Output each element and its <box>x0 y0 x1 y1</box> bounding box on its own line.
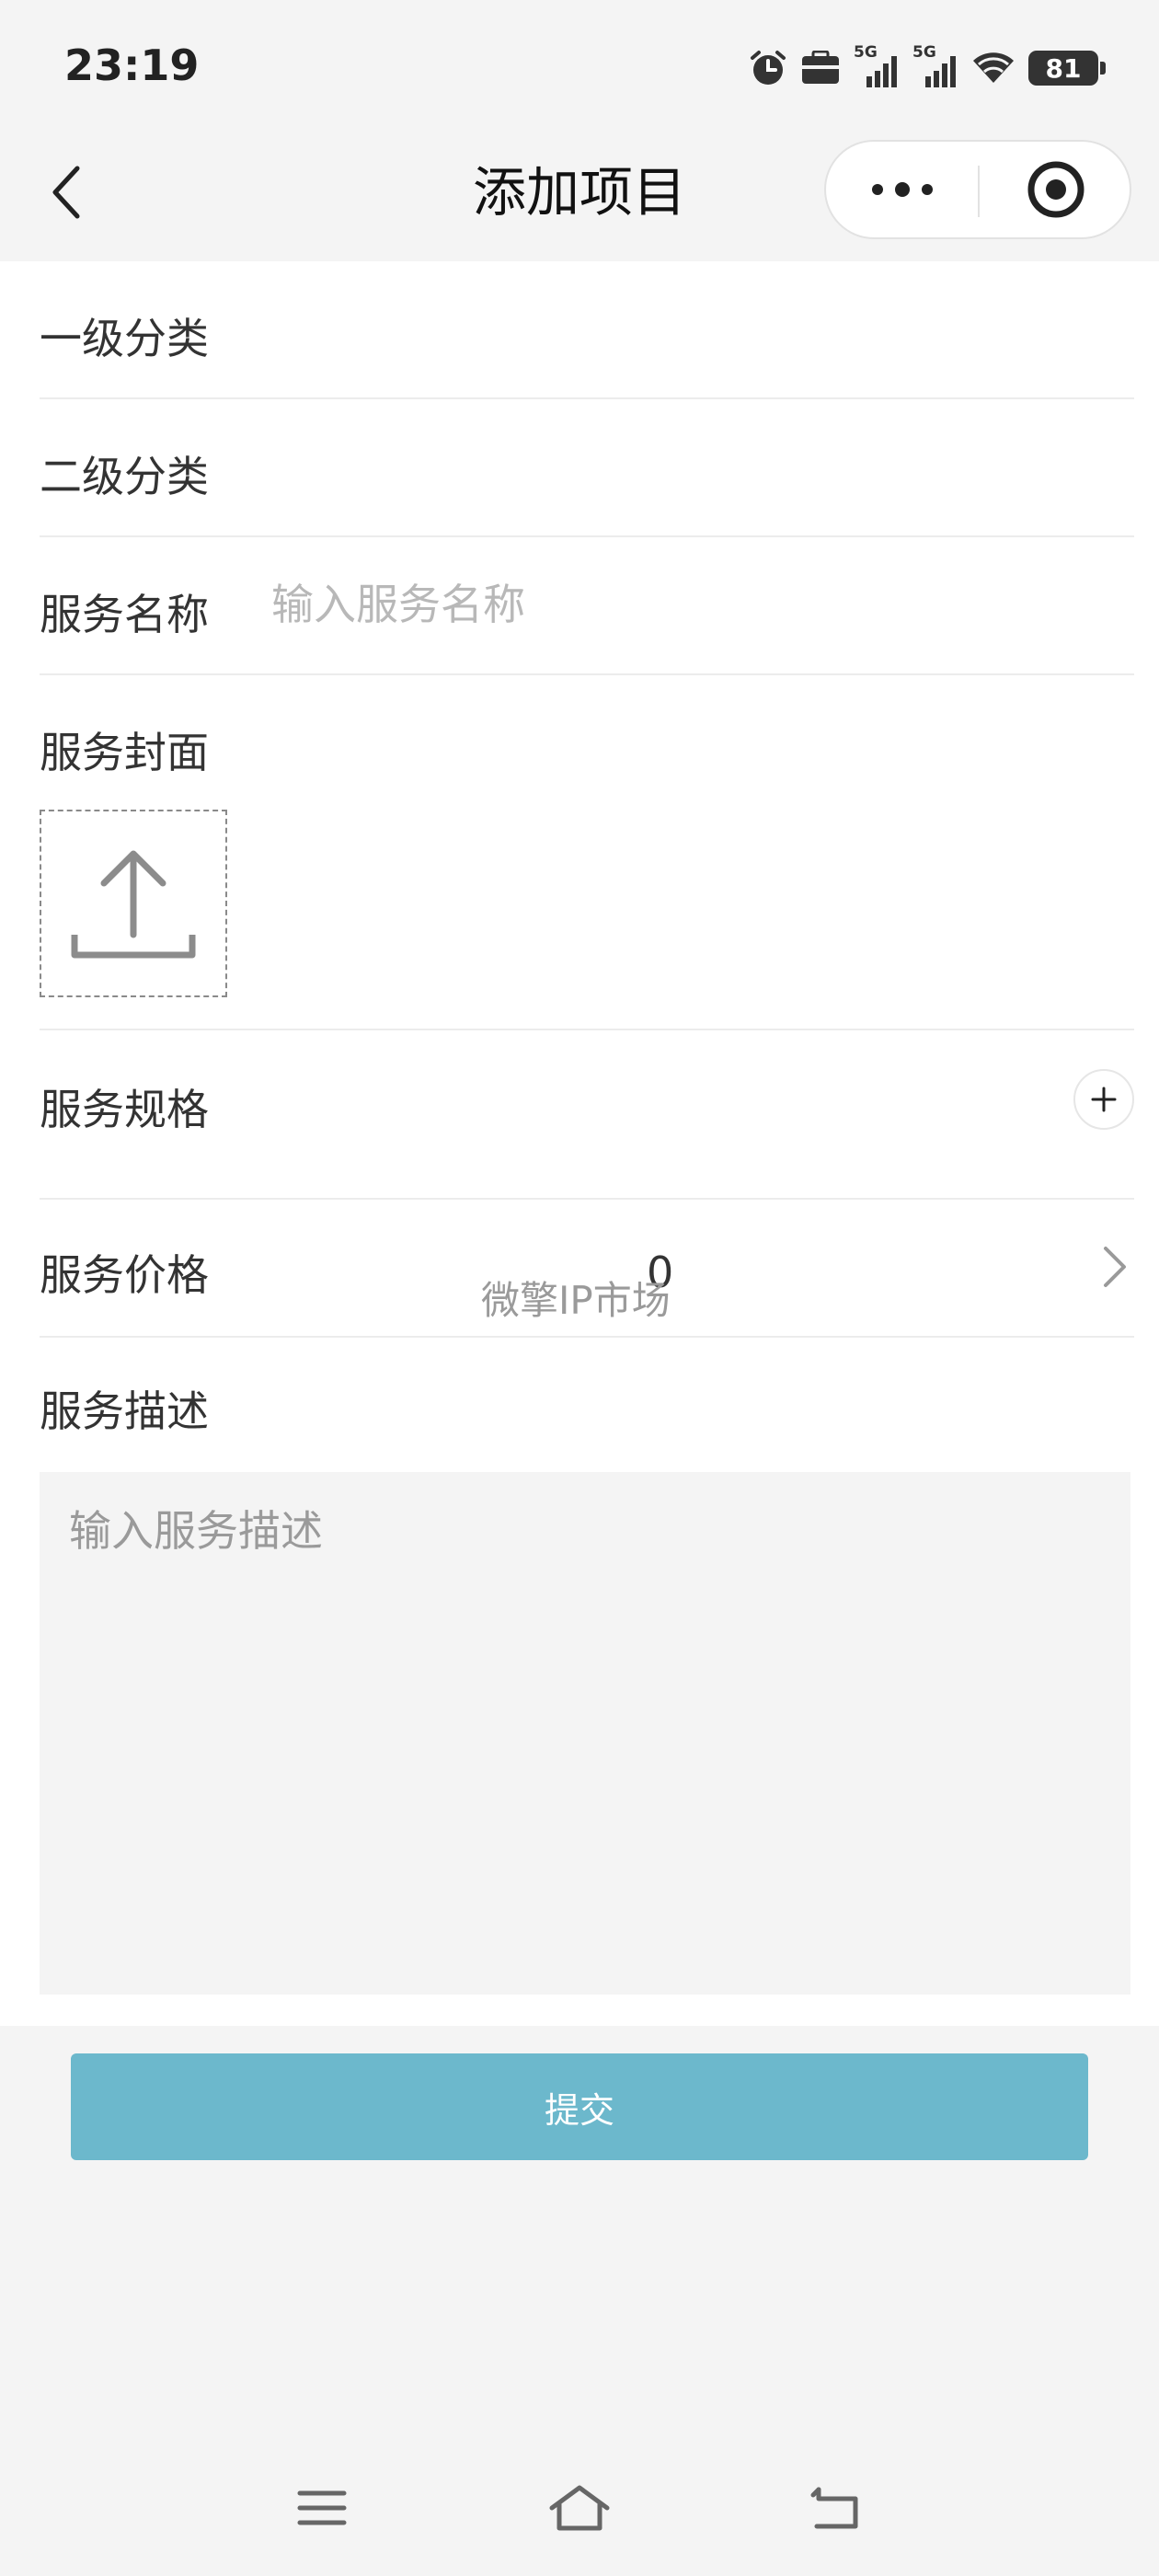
service-spec-row: 服务规格 <box>40 1030 1134 1200</box>
service-price-row[interactable]: 服务价格 0 微擎IP市场 <box>40 1200 1134 1338</box>
bag-icon <box>800 51 841 86</box>
wifi-icon <box>971 50 1016 86</box>
battery-icon: 81 <box>1028 51 1106 86</box>
network-type-label: 5G <box>854 43 878 62</box>
service-cover-label: 服务封面 <box>40 728 209 777</box>
menu-icon <box>297 2490 347 2525</box>
close-mini-program-button[interactable] <box>980 142 1131 237</box>
service-cover-row: 服务封面 <box>40 675 1134 1030</box>
close-target-icon <box>1027 161 1084 218</box>
upload-icon <box>71 850 196 959</box>
chevron-right-icon <box>1101 1244 1129 1294</box>
alarm-icon <box>749 49 787 87</box>
cover-upload-button[interactable] <box>40 810 227 997</box>
more-dots-icon <box>871 182 933 197</box>
battery-level: 81 <box>1045 52 1082 84</box>
category-2-label: 二级分类 <box>40 452 209 501</box>
home-icon <box>549 2485 610 2531</box>
system-back-button[interactable] <box>800 2480 874 2536</box>
category-1-row[interactable]: 一级分类 <box>40 261 1134 399</box>
service-spec-label: 服务规格 <box>40 1085 209 1134</box>
capsule-menu <box>824 140 1131 239</box>
back-button[interactable] <box>39 162 94 223</box>
plus-icon <box>1091 1087 1117 1112</box>
service-desc-label: 服务描述 <box>40 1386 209 1436</box>
watermark-text: 微擎IP市场 <box>481 1278 671 1323</box>
more-button[interactable] <box>826 142 978 237</box>
add-spec-button[interactable] <box>1073 1069 1134 1130</box>
menu-button[interactable] <box>285 2480 359 2536</box>
add-project-page: 23:19 5G 5G 81 添加项目 一级分类 二级分类 服务名称 输入服务名… <box>0 0 1159 2576</box>
project-form: 一级分类 二级分类 服务名称 服务封面 服务规格 <box>0 261 1159 2026</box>
back-chevron-icon <box>52 166 80 219</box>
status-icons: 5G 5G 81 <box>749 42 1106 94</box>
nav-bar: 添加项目 <box>0 138 1159 261</box>
network-type-label: 5G <box>912 43 936 62</box>
signal-icon: 5G <box>912 43 958 91</box>
back-icon <box>810 2487 858 2529</box>
home-button[interactable] <box>543 2480 616 2536</box>
system-nav-bar <box>0 2429 1159 2576</box>
submit-button[interactable]: 提交 <box>71 2053 1088 2160</box>
signal-icon: 5G <box>854 43 900 91</box>
service-name-label: 服务名称 <box>40 590 209 639</box>
service-price-label: 服务价格 <box>40 1250 209 1300</box>
category-1-label: 一级分类 <box>40 314 209 363</box>
service-desc-textarea[interactable] <box>40 1472 1130 1995</box>
service-name-row: 服务名称 <box>40 537 1134 675</box>
category-2-row[interactable]: 二级分类 <box>40 399 1134 537</box>
status-bar: 23:19 5G 5G 81 <box>0 0 1159 138</box>
service-name-input[interactable] <box>271 574 1099 635</box>
status-time: 23:19 <box>64 40 200 90</box>
